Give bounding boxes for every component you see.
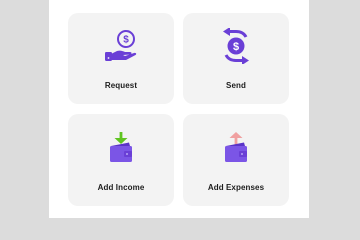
request-label: Request xyxy=(104,81,138,90)
exchange-dollar-icon: $ xyxy=(217,28,255,64)
hand-dollar-icon: $ xyxy=(102,28,140,64)
send-label: Send xyxy=(226,81,246,90)
svg-text:$: $ xyxy=(123,35,129,46)
add-income-label: Add Income xyxy=(97,183,145,192)
add-expenses-card[interactable]: Add Expenses xyxy=(183,114,289,206)
request-card[interactable]: $ Request xyxy=(68,13,174,104)
send-card[interactable]: $ Send xyxy=(183,13,289,104)
wallet-out-icon xyxy=(217,129,255,165)
add-income-card[interactable]: Add Income xyxy=(68,114,174,206)
wallet-in-icon xyxy=(102,129,140,165)
svg-text:$: $ xyxy=(233,41,239,53)
add-expenses-label: Add Expenses xyxy=(207,183,265,192)
